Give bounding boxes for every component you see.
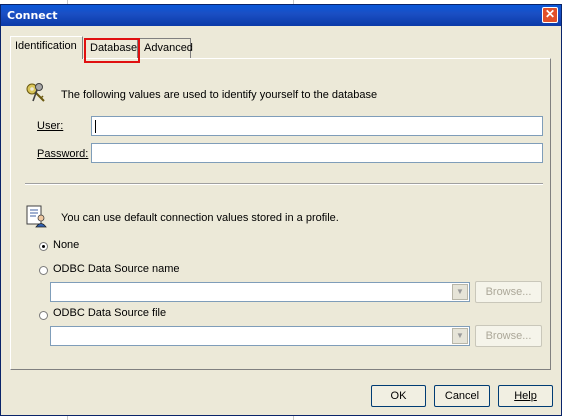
window-title: Connect <box>7 9 58 22</box>
odbc-name-combo[interactable]: ▼ <box>50 282 470 302</box>
connect-dialog: Connect ✕ Identification Database Advanc… <box>0 4 562 416</box>
radio-none[interactable] <box>39 242 48 251</box>
password-label: Password: <box>37 148 89 160</box>
radio-none-label: None <box>53 239 80 251</box>
cancel-button[interactable]: Cancel <box>434 385 490 407</box>
tab-advanced[interactable]: Advanced <box>139 38 193 58</box>
user-label: User: <box>37 120 64 132</box>
text-caret <box>95 120 96 133</box>
radio-odbc-name-label: ODBC Data Source name <box>53 263 180 275</box>
tab-identification[interactable]: Identification <box>10 36 83 59</box>
keys-icon <box>26 83 45 102</box>
cancel-label: Cancel <box>444 390 480 402</box>
tab-label: Identification <box>15 40 77 52</box>
browse-label: Browse... <box>485 286 532 298</box>
chevron-down-icon[interactable]: ▼ <box>452 284 468 300</box>
radio-odbc-name[interactable] <box>39 266 48 275</box>
help-label: Help <box>514 390 537 402</box>
tab-highlight-box <box>84 38 140 63</box>
browse-label: Browse... <box>485 330 532 342</box>
help-button[interactable]: Help <box>498 385 553 407</box>
profile-icon <box>26 205 47 228</box>
identification-intro: The following values are used to identif… <box>61 89 378 101</box>
close-icon[interactable]: ✕ <box>542 7 558 23</box>
section-divider <box>25 183 543 185</box>
title-bar[interactable]: Connect ✕ <box>1 5 561 26</box>
profile-intro: You can use default connection values st… <box>61 212 339 224</box>
ok-button[interactable]: OK <box>371 385 426 407</box>
user-input[interactable] <box>91 116 543 136</box>
odbc-file-combo[interactable]: ▼ <box>50 326 470 346</box>
radio-odbc-file-label: ODBC Data Source file <box>53 307 167 319</box>
tab-label: Advanced <box>144 42 193 54</box>
chevron-down-icon[interactable]: ▼ <box>452 328 468 344</box>
password-input[interactable] <box>91 143 543 163</box>
ok-label: OK <box>390 390 407 402</box>
browse-dsn-button[interactable]: Browse... <box>475 281 542 303</box>
radio-odbc-file[interactable] <box>39 311 48 320</box>
browse-file-button[interactable]: Browse... <box>475 325 542 347</box>
